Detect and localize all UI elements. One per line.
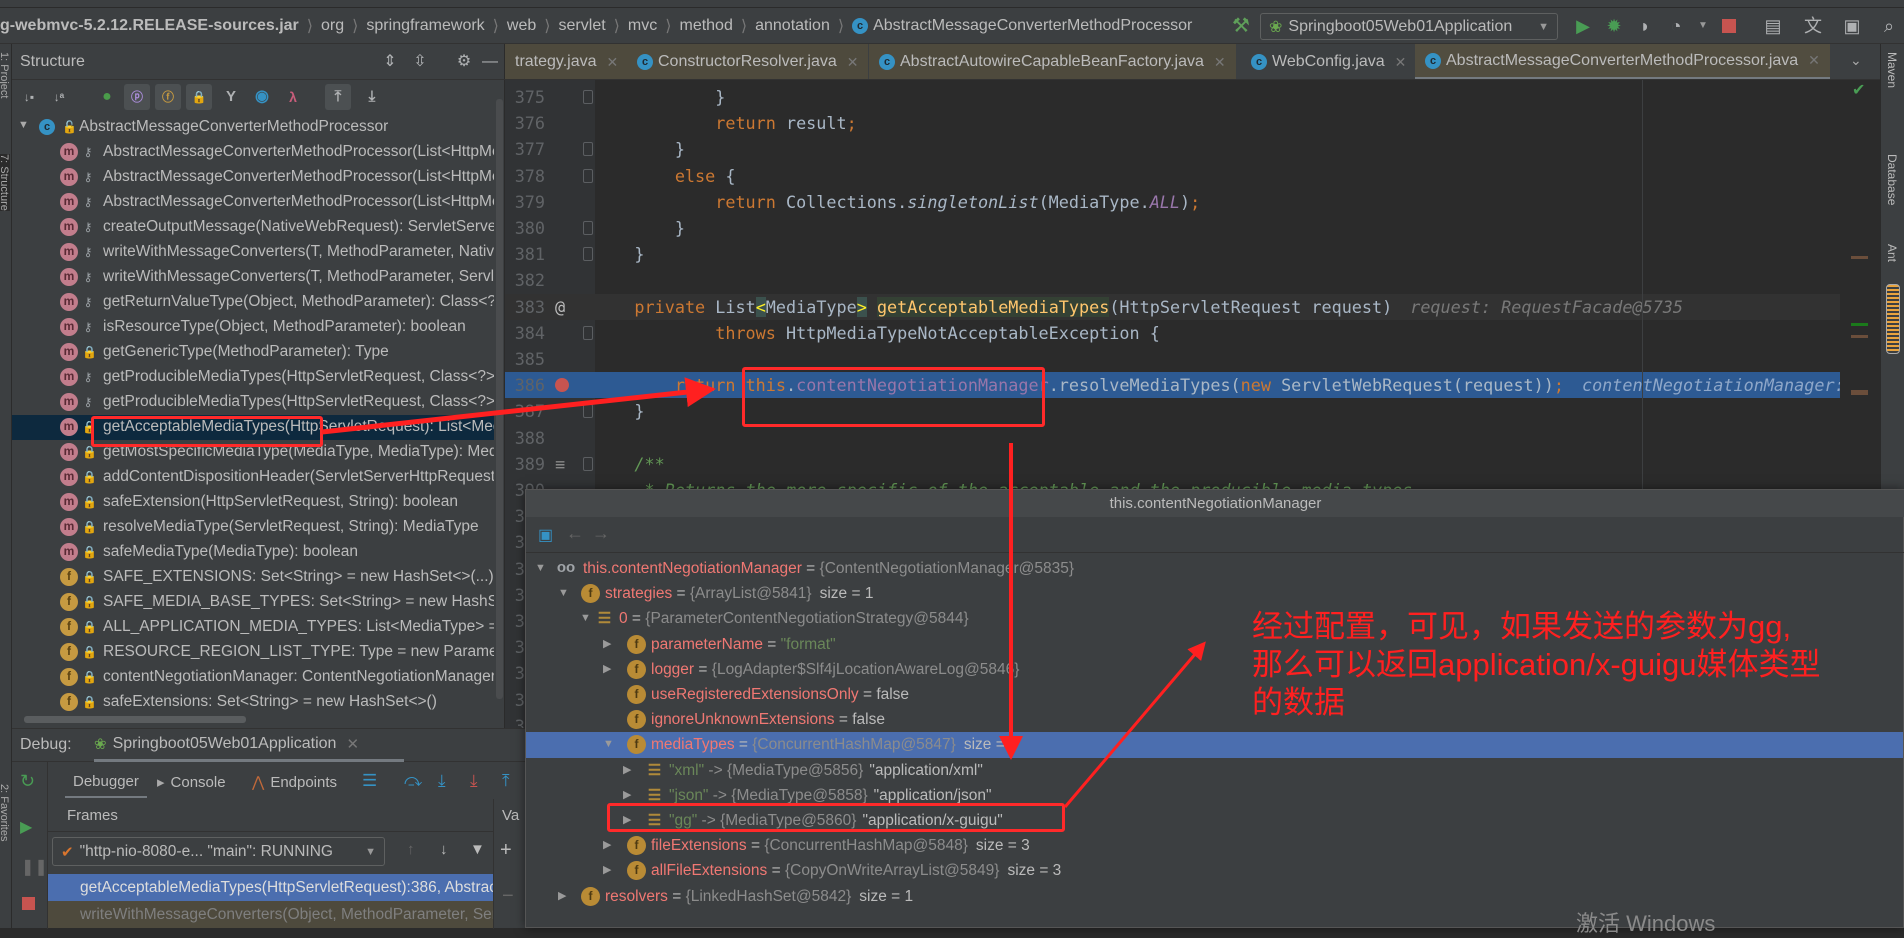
- windows-activation-watermark: 激活 Windows: [1576, 911, 1716, 936]
- annotation-line: 那么可以返回application/x-guigu媒体类型: [1252, 647, 1821, 682]
- arrow-structure-to-code: [321, 377, 716, 435]
- annotation-line: 经过配置，可见，如果发送的参数为gg,: [1252, 609, 1792, 644]
- annotation-note: 经过配置，可见，如果发送的参数为gg, 那么可以返回application/x-…: [1252, 608, 1821, 722]
- annotation-arrows: [321, 377, 1206, 808]
- annotation-line: 的数据: [1252, 685, 1345, 720]
- arrow-gg-to-note: [1063, 641, 1206, 808]
